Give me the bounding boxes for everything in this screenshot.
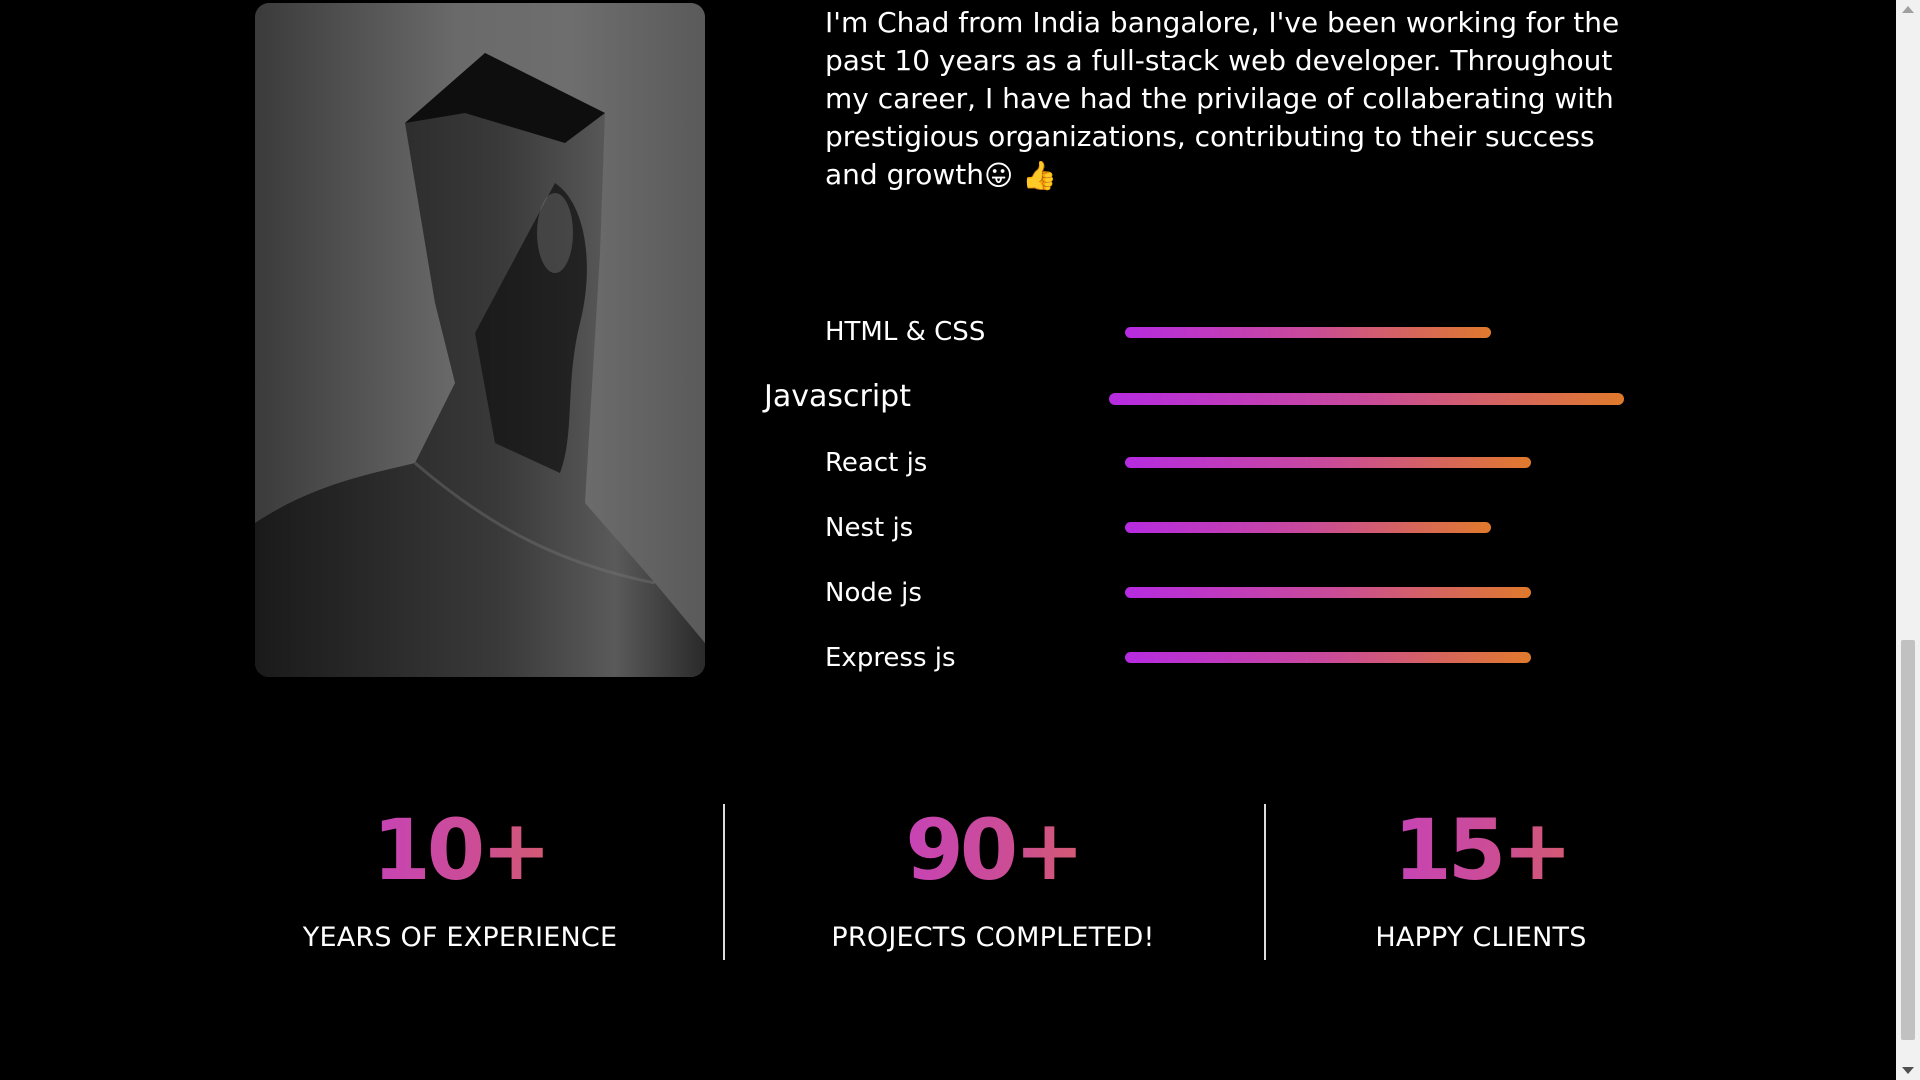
- skill-bar-fill: [1125, 652, 1532, 663]
- skill-label-node-js: Node js: [825, 578, 922, 608]
- bio-text: I'm Chad from India bangalore, I've been…: [825, 4, 1655, 195]
- profile-photo-image: [255, 53, 705, 677]
- skill-bar-fill: [1109, 393, 1624, 405]
- skill-bar-fill: [1125, 327, 1491, 338]
- stat-years-experience: 10+ YEARS OF EXPERIENCE: [260, 800, 660, 953]
- page-scrollbar[interactable]: [1896, 0, 1920, 1080]
- skill-bar-fill: [1125, 587, 1532, 598]
- stat-number: 15+: [1281, 800, 1681, 900]
- stat-divider: [723, 804, 725, 960]
- stat-label: PROJECTS COMPLETED!: [831, 922, 1155, 953]
- stat-happy-clients: 15+ HAPPY CLIENTS: [1281, 800, 1681, 953]
- skill-label-express-js: Express js: [825, 643, 956, 673]
- stat-number: 90+: [793, 800, 1193, 900]
- skill-bar-nest-js: [1125, 522, 1633, 533]
- stat-label: HAPPY CLIENTS: [1375, 922, 1587, 953]
- skill-label-javascript: Javascript: [764, 379, 911, 414]
- skill-bar-react-js: [1125, 457, 1633, 468]
- skill-bar-express-js: [1125, 652, 1633, 663]
- skill-bar-html-css: [1125, 327, 1633, 338]
- bio-text-content: I'm Chad from India bangalore, I've been…: [825, 6, 1620, 191]
- stat-number: 10+: [260, 800, 660, 900]
- profile-photo: [255, 3, 705, 677]
- thumbs-up-emoji-icon: 👍: [1022, 159, 1057, 192]
- scroll-down-arrow-icon[interactable]: [1902, 1067, 1914, 1074]
- scroll-up-arrow-icon[interactable]: [1902, 6, 1914, 13]
- skill-label-react-js: React js: [825, 448, 928, 478]
- tongue-out-emoji-icon: 😛: [984, 159, 1014, 192]
- skill-bar-fill: [1125, 457, 1532, 468]
- skill-label-html-css: HTML & CSS: [825, 317, 986, 347]
- skill-bar-javascript: [1109, 393, 1624, 405]
- skill-bar-node-js: [1125, 587, 1633, 598]
- skill-bar-fill: [1125, 522, 1491, 533]
- stat-divider: [1264, 804, 1266, 960]
- stat-projects-completed: 90+ PROJECTS COMPLETED!: [793, 800, 1193, 953]
- stat-label: YEARS OF EXPERIENCE: [302, 922, 618, 953]
- skill-label-nest-js: Nest js: [825, 513, 914, 543]
- scrollbar-thumb[interactable]: [1901, 640, 1915, 1040]
